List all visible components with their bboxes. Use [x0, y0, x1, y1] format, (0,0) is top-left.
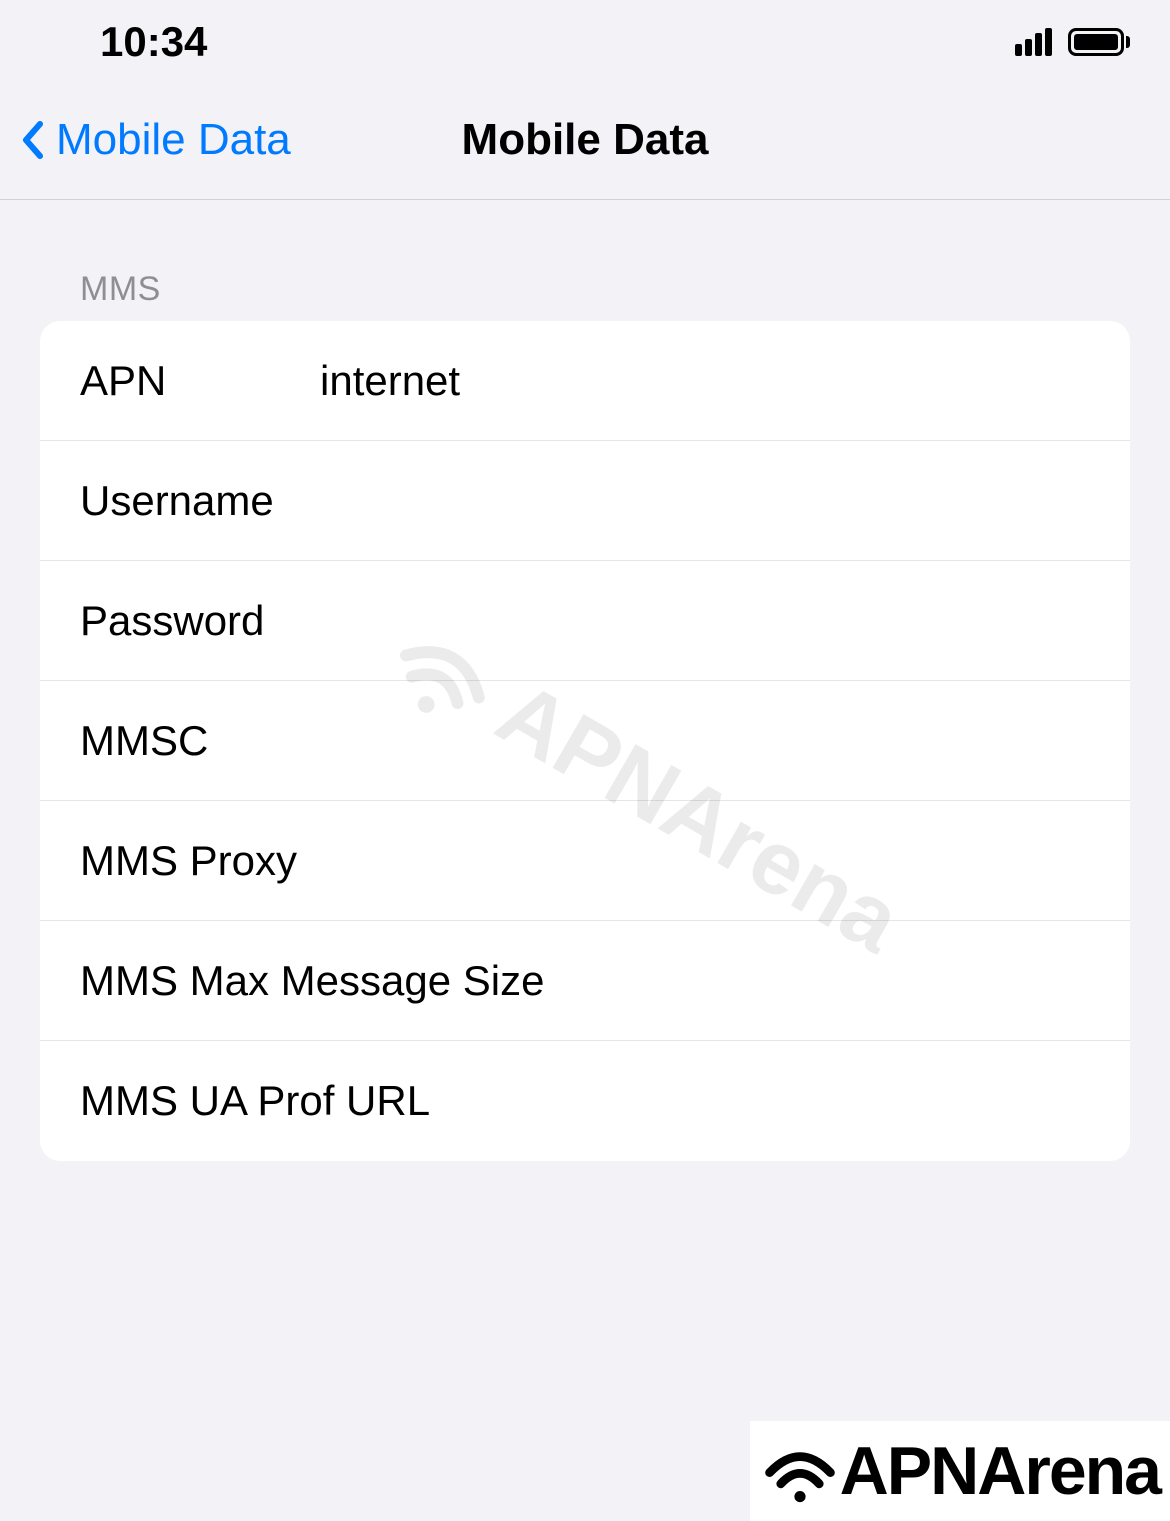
password-row[interactable]: Password [40, 561, 1130, 681]
mmsc-input[interactable] [320, 717, 1090, 765]
mms-ua-prof-row[interactable]: MMS UA Prof URL [40, 1041, 1130, 1161]
section-header-mms: MMS [0, 200, 1170, 321]
wifi-icon [760, 1431, 840, 1511]
mms-proxy-input[interactable] [549, 837, 1090, 885]
status-bar: 10:34 [0, 0, 1170, 80]
mms-ua-prof-label: MMS UA Prof URL [80, 1077, 1090, 1125]
password-input[interactable] [320, 597, 1090, 645]
status-indicators [1015, 28, 1130, 56]
password-label: Password [80, 597, 320, 645]
mms-proxy-row[interactable]: MMS Proxy [40, 801, 1130, 921]
mms-max-size-label: MMS Max Message Size [80, 957, 1090, 1005]
brand-text: APNArena [840, 1432, 1160, 1510]
username-label: Username [80, 477, 320, 525]
mms-proxy-label: MMS Proxy [80, 837, 549, 885]
mmsc-row[interactable]: MMSC [40, 681, 1130, 801]
status-time: 10:34 [100, 18, 207, 66]
apn-input[interactable] [320, 357, 1090, 405]
back-button[interactable]: Mobile Data [20, 115, 291, 165]
mms-settings-group: APN Username Password MMSC MMS Proxy MMS… [40, 321, 1130, 1161]
mms-max-size-row[interactable]: MMS Max Message Size [40, 921, 1130, 1041]
signal-icon [1015, 28, 1052, 56]
battery-icon [1068, 28, 1130, 56]
apn-label: APN [80, 357, 320, 405]
page-title: Mobile Data [462, 115, 709, 165]
apn-row[interactable]: APN [40, 321, 1130, 441]
brand-footer: APNArena [750, 1421, 1170, 1521]
chevron-left-icon [20, 120, 44, 160]
nav-bar: Mobile Data Mobile Data [0, 80, 1170, 200]
username-input[interactable] [320, 477, 1090, 525]
username-row[interactable]: Username [40, 441, 1130, 561]
back-label: Mobile Data [56, 115, 291, 165]
mmsc-label: MMSC [80, 717, 320, 765]
